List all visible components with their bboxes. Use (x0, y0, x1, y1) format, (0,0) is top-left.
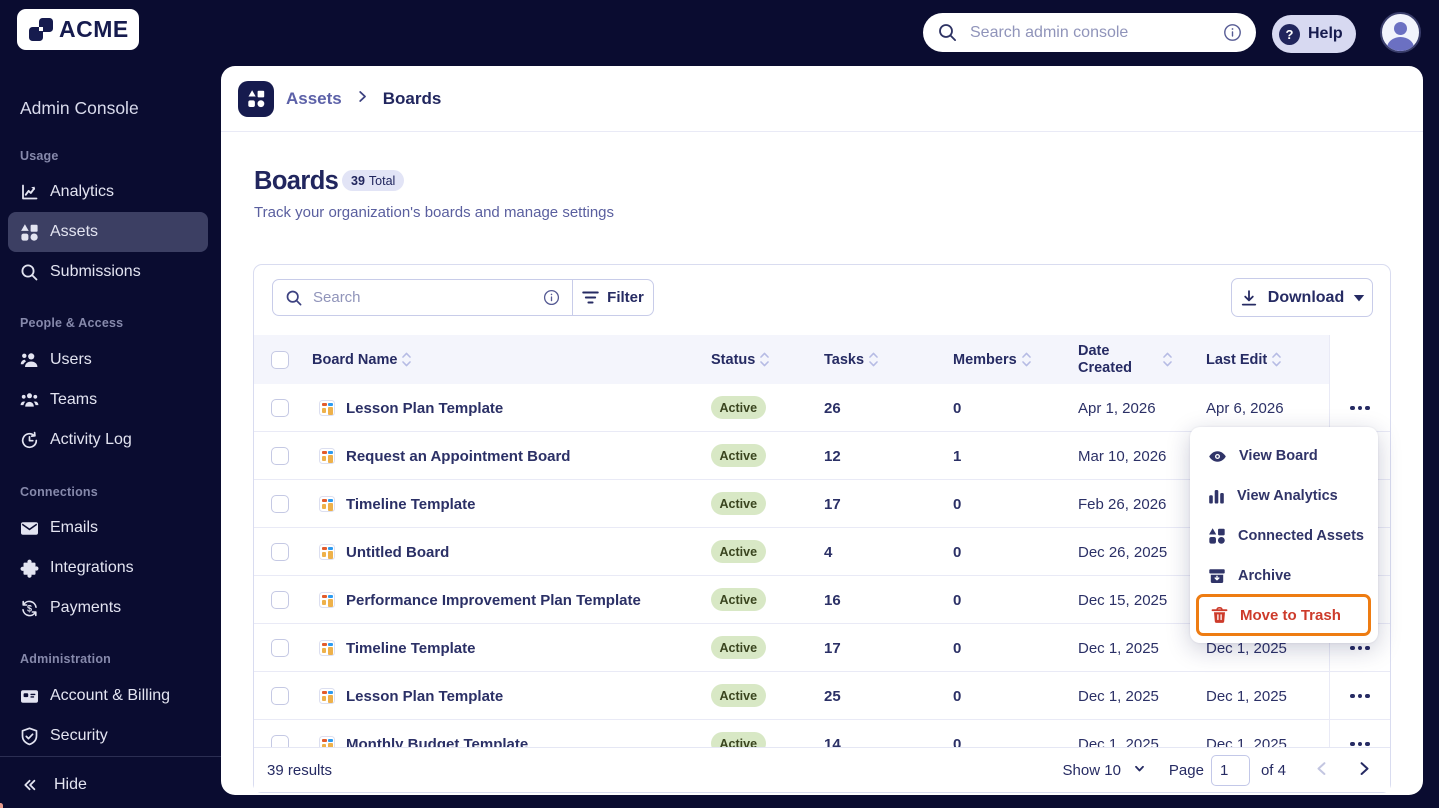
svg-text:$: $ (27, 603, 32, 613)
